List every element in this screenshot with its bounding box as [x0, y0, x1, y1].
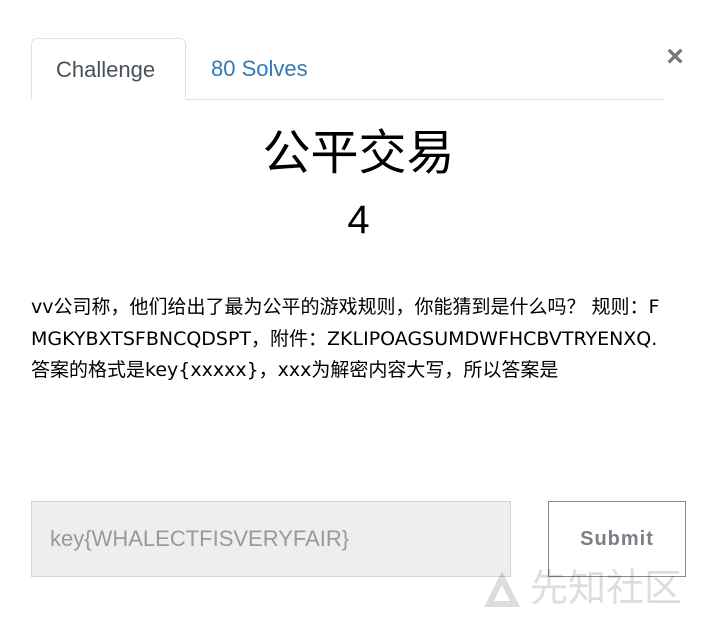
challenge-description: vv公司称，他们给出了最为公平的游戏规则，你能猜到是什么吗？ 规则：FMGKYB… — [31, 296, 660, 381]
tab-solves[interactable]: 80 Solves — [187, 38, 332, 98]
watermark-logo-icon — [484, 571, 520, 607]
challenge-points: 4 — [347, 198, 370, 242]
challenge-title: 公平交易 — [262, 125, 455, 181]
flag-input[interactable]: key{WHALECTFISVERYFAIR} — [31, 501, 511, 577]
challenge-modal: × Challenge 80 Solves 公平交易 4 vv公司称，他们给出了… — [0, 0, 717, 621]
watermark-text: 先知社区 — [530, 566, 683, 610]
tab-bar: Challenge 80 Solves — [31, 38, 665, 100]
tab-challenge[interactable]: Challenge — [31, 38, 186, 100]
watermark: 先知社区 — [480, 565, 710, 611]
